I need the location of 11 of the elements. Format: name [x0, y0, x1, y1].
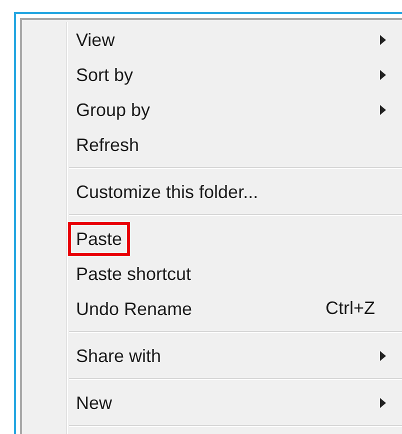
- menu-item[interactable]: New: [70, 388, 118, 418]
- shortcut-text: Ctrl+Z: [326, 298, 375, 319]
- menu-item[interactable]: View: [70, 24, 121, 54]
- menu-item[interactable]: Customize this folder...: [70, 176, 264, 206]
- menu-item[interactable]: Refresh: [70, 130, 146, 160]
- menu-item[interactable]: Undo Rename: [70, 294, 198, 324]
- menu-item[interactable]: Group by: [70, 94, 156, 124]
- menu-item[interactable]: Paste shortcut: [70, 258, 198, 288]
- menu-item[interactable]: Share with: [70, 340, 168, 370]
- menu-item[interactable]: Sort by: [70, 60, 140, 90]
- menu-item[interactable]: Paste: [70, 224, 128, 254]
